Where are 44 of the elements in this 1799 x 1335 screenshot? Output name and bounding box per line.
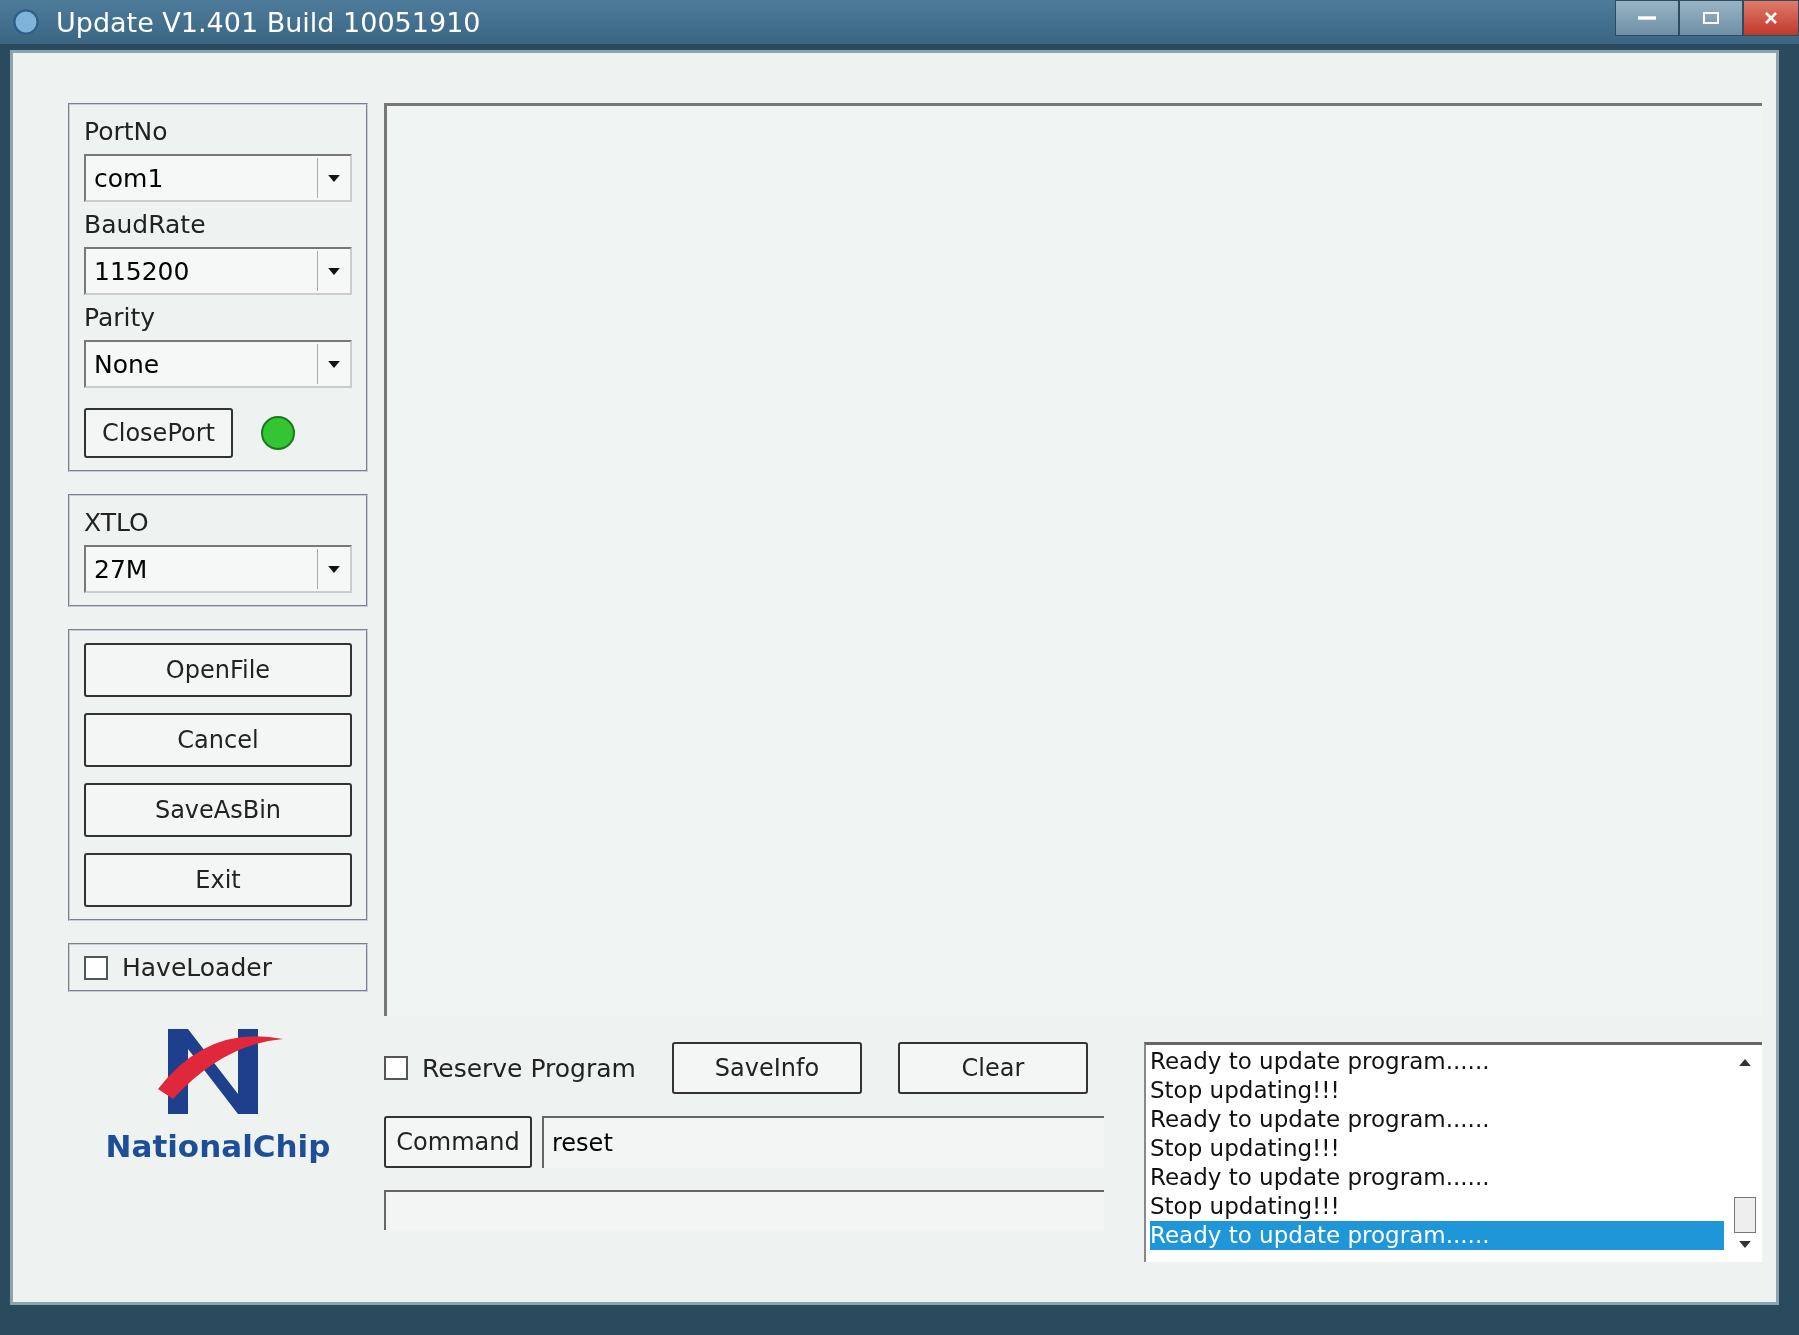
field-label: XTLO xyxy=(84,508,150,537)
field-label: PortNo xyxy=(84,117,169,146)
logo-text: NationalChip xyxy=(105,1128,331,1164)
clear-button[interactable]: Clear xyxy=(897,1042,1088,1094)
log-item[interactable]: Stop updating!!! xyxy=(1150,1134,1724,1163)
checkbox[interactable] xyxy=(84,955,108,980)
dropdown[interactable]: None xyxy=(84,340,352,388)
app-icon xyxy=(12,8,40,36)
action-button[interactable]: SaveAsBin xyxy=(84,783,352,837)
close-port-button[interactable]: ClosePort xyxy=(84,408,233,458)
minimize-button[interactable] xyxy=(1615,0,1679,36)
scroll-up-icon xyxy=(1739,1059,1751,1066)
log-item[interactable]: Ready to update program...... xyxy=(1150,1163,1724,1192)
dropdown[interactable]: com1 xyxy=(84,154,352,202)
action-button[interactable]: Cancel xyxy=(84,713,352,767)
input-field[interactable] xyxy=(384,1190,1104,1230)
checkbox[interactable] xyxy=(384,1056,408,1080)
reserve-program-checkbox[interactable]: Reserve Program xyxy=(384,1053,636,1083)
log-item[interactable]: Stop updating!!! xyxy=(1150,1192,1724,1221)
save-info-button[interactable]: SaveInfo xyxy=(671,1042,862,1094)
minimize-icon xyxy=(1638,16,1656,20)
command-button[interactable]: Command xyxy=(384,1116,532,1168)
log-item[interactable]: Ready to update program...... xyxy=(1150,1105,1724,1134)
close-icon xyxy=(1764,11,1778,25)
log-item[interactable]: Stop updating!!! xyxy=(1150,1076,1724,1105)
field-label: Parity xyxy=(84,303,157,332)
scroll-thumb[interactable] xyxy=(1734,1197,1756,1233)
action-button[interactable]: OpenFile xyxy=(84,643,352,697)
dropdown-arrow-icon xyxy=(328,267,340,275)
have-loader-checkbox[interactable]: HaveLoader xyxy=(84,953,352,982)
dropdown-arrow-icon xyxy=(328,360,340,368)
dropdown-arrow-icon xyxy=(328,174,340,182)
log-item[interactable]: Ready to update program...... xyxy=(1150,1047,1724,1076)
dropdown[interactable]: 27M xyxy=(84,545,352,593)
field-label: BaudRate xyxy=(84,210,207,239)
maximize-button[interactable] xyxy=(1679,0,1743,36)
window-title: Update V1.401 Build 10051910 xyxy=(56,6,482,38)
maximize-icon xyxy=(1700,11,1722,25)
action-button[interactable]: Exit xyxy=(84,853,352,907)
close-button[interactable] xyxy=(1743,0,1799,36)
dropdown-arrow-icon xyxy=(328,565,340,573)
dropdown[interactable]: 115200 xyxy=(84,247,352,295)
command-field[interactable]: reset xyxy=(542,1116,1104,1168)
scroll-down-icon xyxy=(1739,1241,1751,1248)
